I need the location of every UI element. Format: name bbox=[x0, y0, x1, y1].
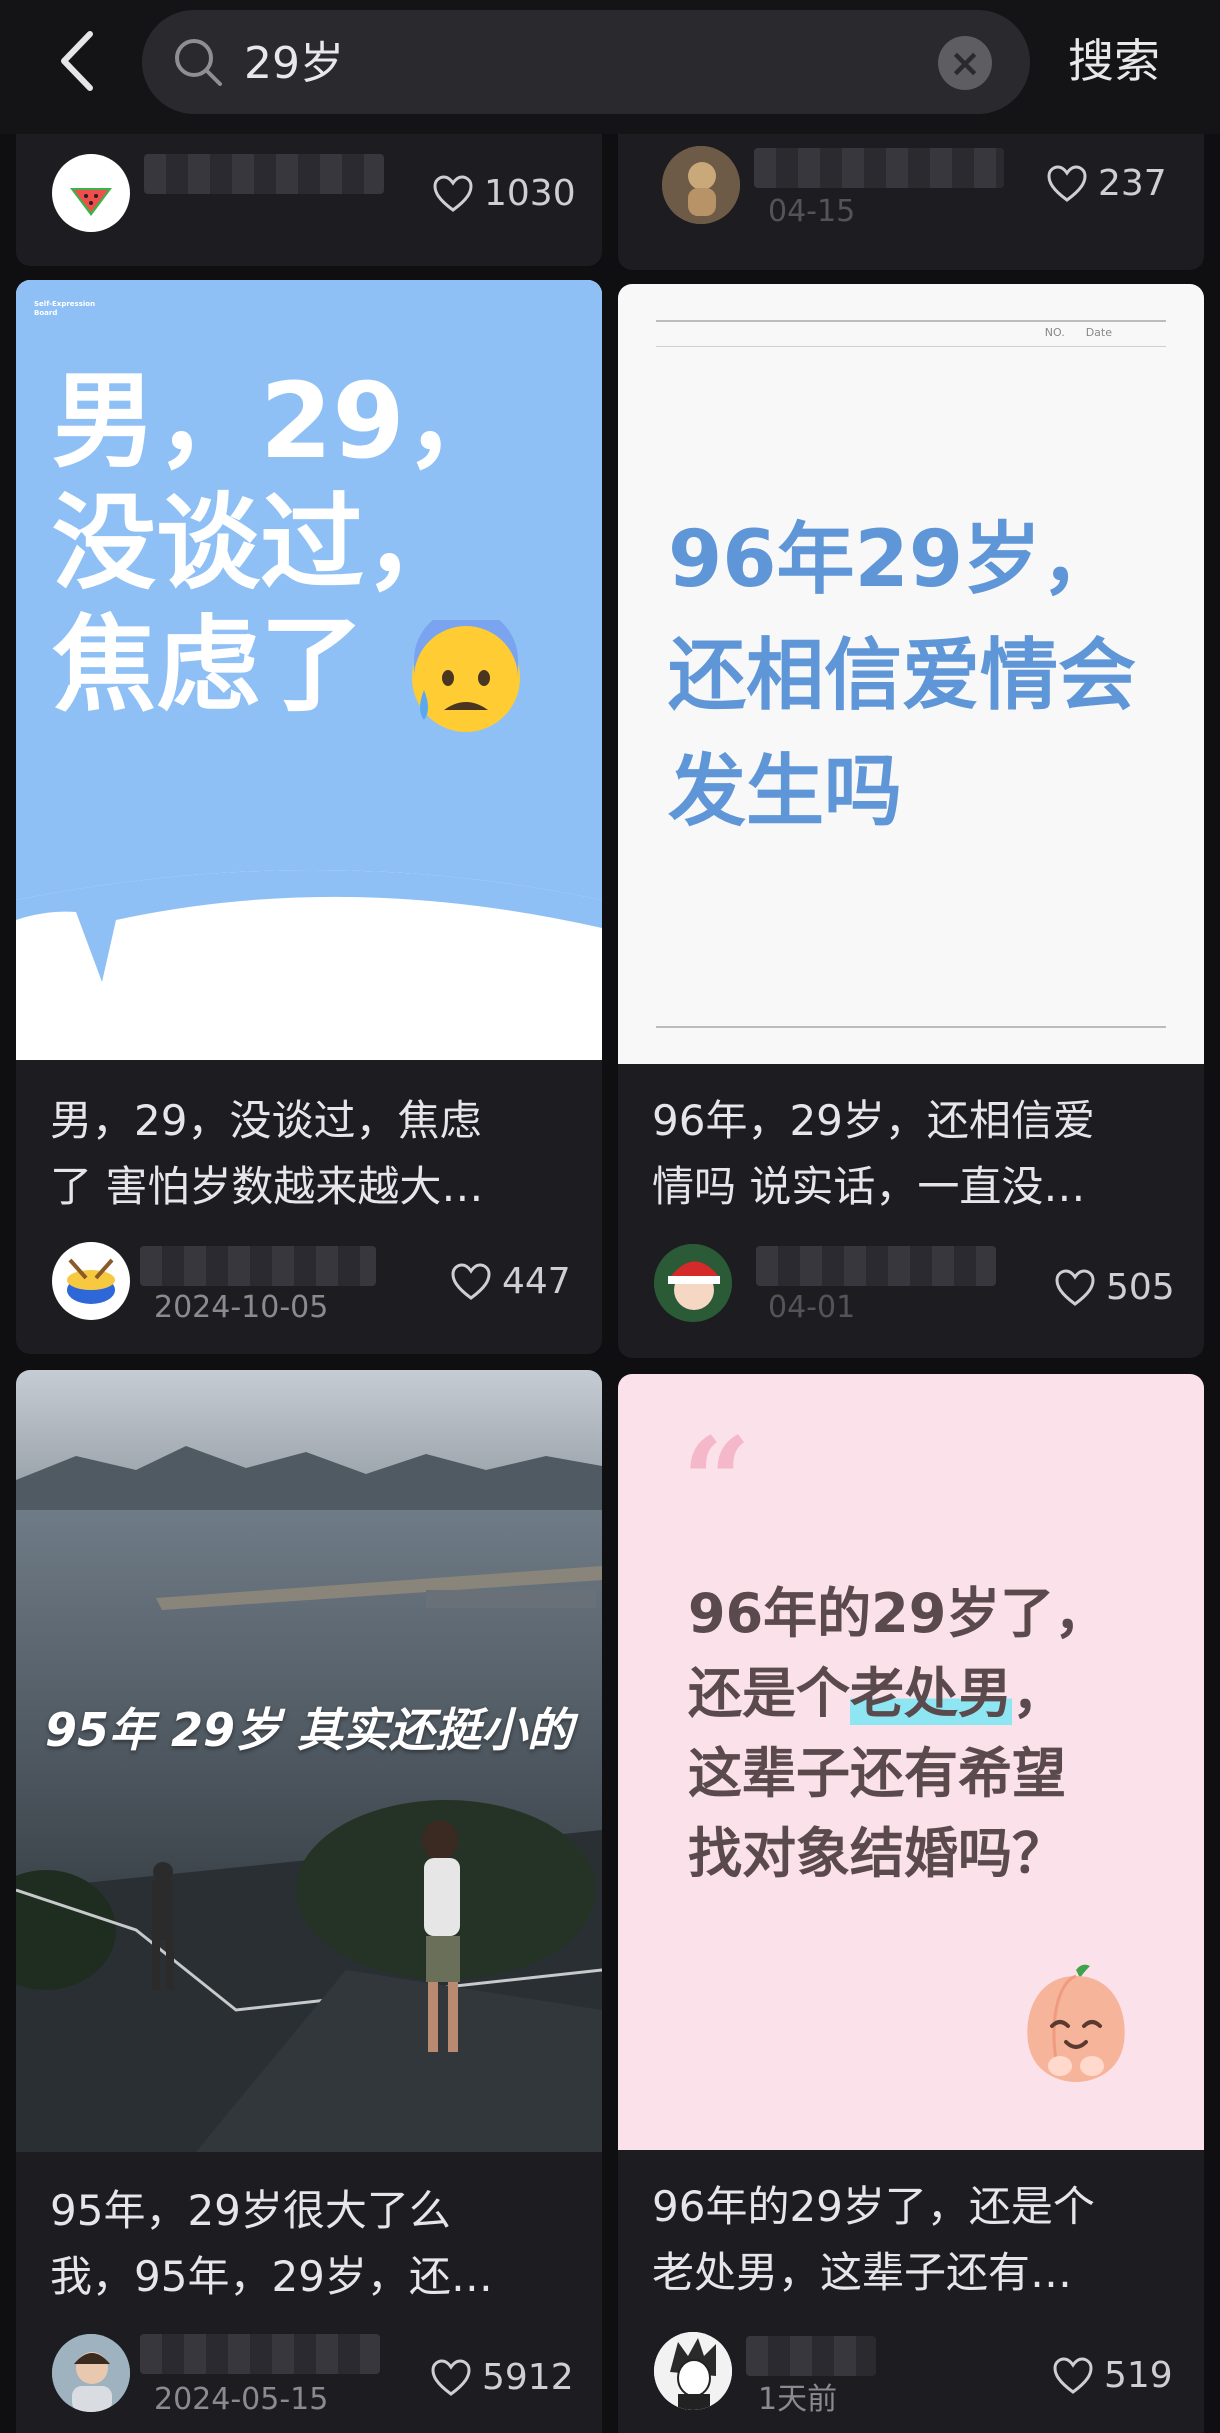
heart-icon bbox=[433, 175, 473, 212]
cover-headline-line: 男，29， bbox=[52, 360, 509, 482]
notebook-line bbox=[656, 320, 1166, 322]
cover-headline-line: 焦虑了 bbox=[52, 604, 365, 726]
note-title-line: 我，95年，29岁，还… bbox=[50, 2252, 493, 2301]
note-title-line: 96年的29岁了，还是个 bbox=[652, 2182, 1095, 2231]
avatar[interactable] bbox=[52, 154, 130, 232]
cover-headline-line: 还相信爱情会 bbox=[668, 631, 1137, 721]
highlighted-phrase: 老处男 bbox=[850, 1662, 1012, 1725]
heart-icon bbox=[1047, 165, 1087, 202]
cover-headline-line: 找对象结婚吗？ bbox=[688, 1822, 1066, 1885]
note-cover-image[interactable]: “ 96年的29岁了， 还是个老处男， 这辈子还有希望 找对象结婚吗？ bbox=[618, 1374, 1204, 2150]
note-title-line: 情吗 说实话，一直没… bbox=[652, 1162, 1086, 1211]
note-card[interactable]: “ 96年的29岁了， 还是个老处男， 这辈子还有希望 找对象结婚吗？ 96年的… bbox=[618, 1374, 1204, 2433]
author-name-blurred bbox=[754, 148, 1004, 188]
avatar[interactable] bbox=[52, 1242, 130, 1320]
author-name-blurred bbox=[746, 2336, 876, 2376]
search-results-page: 29岁 × 搜索 1030 04-15 237 Self-Expression … bbox=[0, 0, 1220, 2433]
like-count[interactable]: 1030 bbox=[432, 172, 576, 216]
post-date: 1天前 bbox=[758, 2382, 838, 2417]
note-card[interactable]: Self-Expression Board 男，29， 没谈过， 焦虑了 男，2… bbox=[16, 280, 602, 1354]
note-card[interactable]: 95年 29岁 其实还挺小的 95年，29岁很大了么 我，95年，29岁，还… … bbox=[16, 1370, 602, 2433]
author-name-blurred bbox=[144, 154, 384, 194]
heart-icon bbox=[1055, 1269, 1095, 1306]
note-title-line: 老处男，这辈子还有… bbox=[652, 2248, 1073, 2297]
cover-headline-line: 没谈过， bbox=[52, 482, 469, 604]
heart-icon bbox=[431, 2359, 471, 2396]
avatar[interactable] bbox=[654, 1244, 732, 1322]
cover-headline-line: 还是个老处男， bbox=[688, 1662, 1066, 1725]
notebook-header: NO. Date bbox=[1044, 326, 1112, 339]
note-cover-image[interactable]: Self-Expression Board 男，29， 没谈过， 焦虑了 bbox=[16, 280, 602, 1060]
heart-icon bbox=[451, 1263, 491, 1300]
like-count[interactable]: 505 bbox=[1054, 1266, 1175, 1310]
avatar[interactable] bbox=[654, 2332, 732, 2410]
notebook-line bbox=[656, 346, 1166, 347]
author-name-blurred bbox=[140, 1246, 376, 1286]
note-title-line: 96年，29岁，还相信爱 bbox=[652, 1096, 1095, 1145]
cover-headline-line: 发生吗 bbox=[668, 747, 903, 837]
search-input[interactable]: 29岁 bbox=[244, 38, 344, 90]
search-header: 29岁 × 搜索 bbox=[0, 0, 1220, 134]
like-count[interactable]: 237 bbox=[1046, 162, 1167, 206]
cover-badge: Self-Expression Board bbox=[34, 300, 96, 317]
search-button[interactable]: 搜索 bbox=[1068, 30, 1160, 92]
note-title-line: 95年，29岁很大了么 bbox=[50, 2186, 451, 2235]
note-cover-image[interactable]: 95年 29岁 其实还挺小的 bbox=[16, 1370, 602, 2152]
post-date: 2024-10-05 bbox=[154, 1290, 329, 1325]
note-card[interactable]: NO. Date 96年29岁， 还相信爱情会 发生吗 96年，29岁，还相信爱… bbox=[618, 284, 1204, 1358]
note-title-line: 了 害怕岁数越来越大… bbox=[50, 1162, 484, 1211]
search-icon bbox=[175, 39, 222, 86]
notebook-line bbox=[656, 1026, 1166, 1028]
back-arrow-icon[interactable] bbox=[56, 30, 104, 92]
cover-headline-line: 96年的29岁了， bbox=[688, 1582, 1109, 1645]
anxious-face-icon bbox=[412, 620, 520, 732]
avatar[interactable] bbox=[662, 146, 740, 224]
note-card[interactable]: 04-15 237 bbox=[618, 120, 1204, 270]
author-name-blurred bbox=[140, 2334, 380, 2374]
author-name-blurred bbox=[756, 1246, 996, 1286]
like-count[interactable]: 519 bbox=[1052, 2354, 1173, 2398]
like-count[interactable]: 5912 bbox=[430, 2356, 574, 2400]
search-bar[interactable]: 29岁 × bbox=[142, 10, 1030, 114]
clear-icon[interactable]: × bbox=[938, 36, 992, 90]
cover-caption: 95年 29岁 其实还挺小的 bbox=[44, 1703, 574, 1757]
cover-headline-line: 这辈子还有希望 bbox=[688, 1742, 1066, 1805]
note-title-line: 男，29，没谈过，焦虑 bbox=[50, 1096, 482, 1145]
note-card[interactable]: 1030 bbox=[16, 120, 602, 266]
post-date: 04-01 bbox=[768, 1290, 856, 1325]
like-count[interactable]: 447 bbox=[450, 1260, 571, 1304]
avatar[interactable] bbox=[52, 2334, 130, 2412]
post-date: 2024-05-15 bbox=[154, 2382, 329, 2417]
post-date: 04-15 bbox=[768, 194, 856, 229]
heart-icon bbox=[1053, 2357, 1093, 2394]
cover-headline-line: 96年29岁， bbox=[668, 515, 1120, 605]
peach-mascot-icon bbox=[1027, 1964, 1125, 2082]
quote-mark-icon: “ bbox=[682, 1411, 752, 1552]
note-cover-image[interactable]: NO. Date 96年29岁， 还相信爱情会 发生吗 bbox=[618, 284, 1204, 1064]
